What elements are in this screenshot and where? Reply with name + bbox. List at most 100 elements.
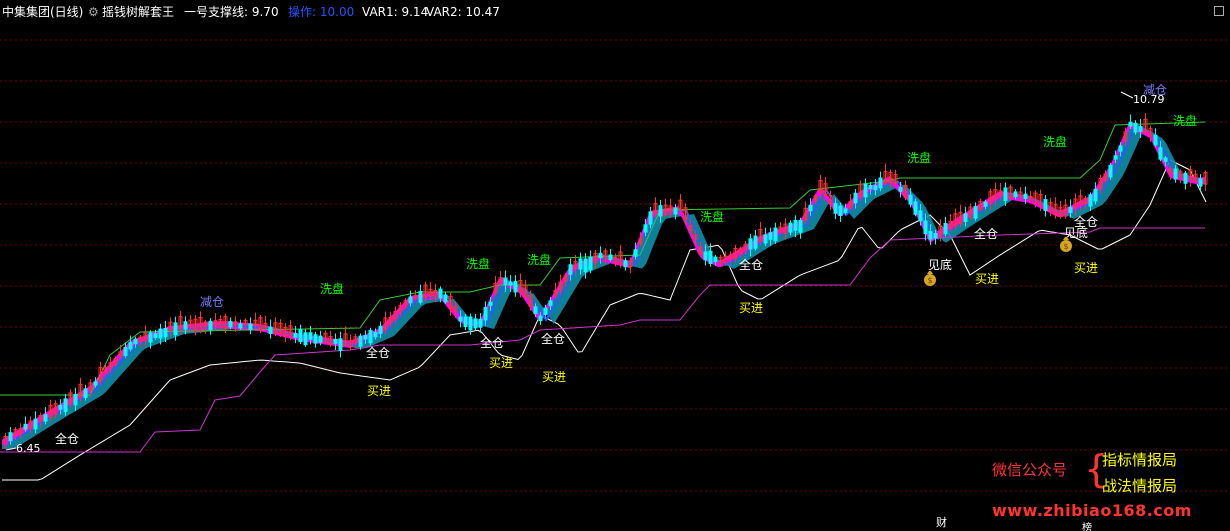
candle: [373, 331, 378, 338]
candle: [83, 388, 88, 398]
support-line-value: 一号支撑线: 9.70: [184, 5, 279, 19]
candle: [128, 341, 133, 350]
candle: [488, 301, 493, 306]
signal-label: 全仓: [974, 226, 998, 241]
candle: [533, 306, 538, 315]
candle: [538, 315, 543, 322]
candle: [658, 205, 663, 217]
candle: [1163, 157, 1168, 162]
candle: [33, 418, 38, 430]
candle: [1108, 164, 1113, 178]
indicator-name[interactable]: 摇钱树解套王: [102, 0, 174, 24]
signal-label: 买进: [975, 272, 999, 286]
candle: [93, 381, 98, 386]
candle: [543, 307, 548, 315]
candle: [833, 203, 838, 214]
candle: [443, 294, 448, 303]
candle: [1198, 178, 1203, 187]
candle: [673, 207, 678, 215]
candle: [973, 206, 978, 219]
candle: [773, 227, 778, 242]
signal-label: 见底: [928, 257, 952, 272]
candle: [153, 333, 158, 339]
candle: [1128, 121, 1133, 127]
candle: [1068, 206, 1073, 214]
candle: [633, 249, 638, 257]
candle: [1173, 168, 1178, 180]
candle: [878, 177, 883, 189]
candle: [913, 201, 918, 215]
candle: [133, 338, 138, 345]
candle: [1043, 199, 1048, 211]
signal-label: 洗盘: [700, 209, 724, 224]
candle: [458, 316, 463, 322]
candle: [368, 329, 373, 344]
operation-value: 操作: 10.00: [288, 5, 355, 19]
candle: [473, 318, 478, 329]
candle: [1133, 122, 1138, 133]
signal-label: 买进: [489, 356, 513, 370]
candle: [943, 222, 948, 235]
candle: [923, 220, 928, 235]
candle: [1093, 188, 1098, 202]
candle: [158, 328, 163, 339]
candle: [1113, 155, 1118, 160]
svg-text:$: $: [927, 276, 932, 285]
signal-label: 洗盘: [907, 150, 931, 165]
candle: [708, 250, 713, 265]
candle: [713, 256, 718, 262]
maximize-icon[interactable]: [1214, 6, 1224, 16]
candle: [918, 210, 923, 222]
watermark-line2: 战法情报局: [1102, 477, 1178, 495]
candle: [548, 300, 553, 306]
var2-value: VAR2: 10.47: [426, 5, 500, 19]
stock-title[interactable]: 中集集团(日线): [2, 0, 83, 24]
candle: [508, 281, 513, 286]
low-price-label: 6.45: [16, 442, 41, 455]
candle: [1138, 125, 1143, 132]
candle: [863, 183, 868, 198]
indicator-lines: [0, 121, 1207, 481]
candle: [293, 332, 298, 338]
settings-icon[interactable]: ⚙: [88, 0, 99, 24]
candle: [808, 204, 813, 212]
signal-label: 买进: [1074, 261, 1098, 275]
watermark-line1: 指标情报局: [1102, 451, 1178, 469]
signal-label: 买进: [542, 370, 566, 384]
signal-label: 洗盘: [1173, 113, 1197, 128]
candle: [503, 277, 508, 286]
candle: [378, 325, 383, 334]
candle: [313, 334, 318, 344]
candle: [868, 184, 873, 190]
candle: [358, 335, 363, 347]
candle: [478, 318, 483, 328]
signal-label: 见底: [1064, 225, 1088, 240]
candle: [8, 432, 13, 442]
magenta-band: [2, 121, 1206, 447]
signal-label: 洗盘: [1043, 134, 1067, 149]
candle: [1158, 147, 1163, 160]
candle: [123, 346, 128, 356]
candle: [228, 320, 233, 328]
candle: [363, 335, 368, 340]
candle: [1013, 191, 1018, 198]
candle: [298, 328, 303, 343]
candle: [588, 256, 593, 271]
candle: [303, 332, 308, 346]
candle: [928, 231, 933, 240]
candle: [608, 254, 613, 261]
candle: [208, 320, 213, 330]
candle: [578, 258, 583, 270]
watermark-url: www.zhibiao168.com: [992, 501, 1192, 520]
candle: [1088, 194, 1093, 207]
finance-marker[interactable]: 财: [936, 515, 947, 529]
candle: [763, 234, 768, 244]
candle: [598, 252, 603, 259]
candle: [463, 316, 468, 328]
candle: [1118, 145, 1123, 152]
candle: [238, 323, 243, 329]
candle: [268, 326, 273, 335]
candle: [623, 260, 628, 268]
candle: [23, 423, 28, 430]
signal-label: 全仓: [541, 331, 565, 346]
